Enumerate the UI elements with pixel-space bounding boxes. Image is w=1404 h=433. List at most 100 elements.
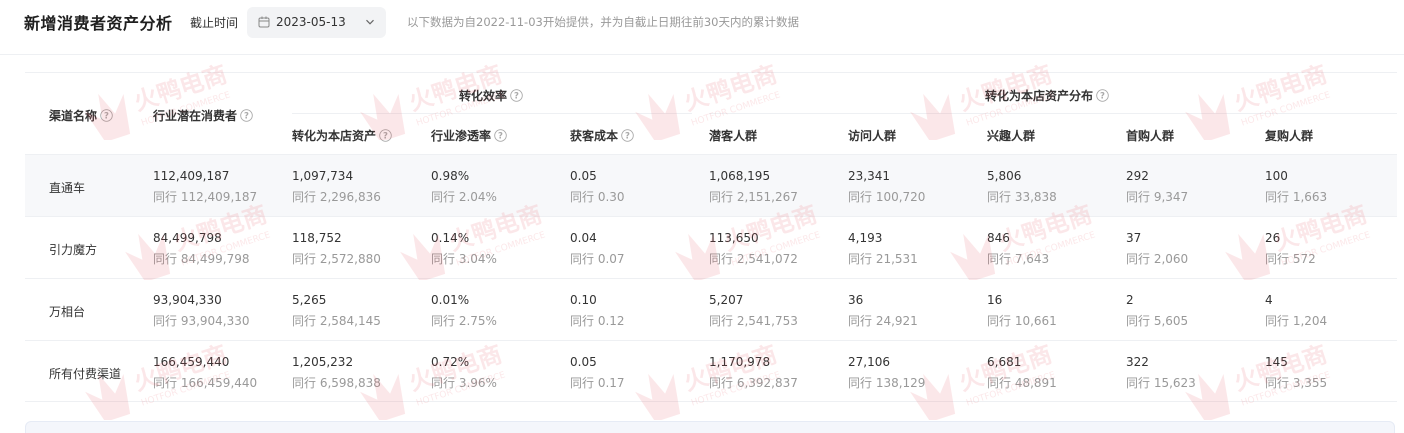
group-efficiency-label: 转化效率 — [459, 89, 508, 103]
svg-text:?: ? — [625, 132, 630, 142]
cell-peer-value: 同行 9,347 — [1126, 190, 1189, 204]
cell-value: 1,068,195 — [709, 169, 771, 183]
col-converted: 转化为本店资产? — [292, 127, 392, 144]
cell-peer-value: 同行 2,151,267 — [709, 190, 798, 204]
cell-value: 0.05 — [570, 355, 597, 369]
cell-peer-value: 同行 2,060 — [1126, 252, 1189, 266]
col-channel-label: 渠道名称 — [49, 109, 98, 123]
help-icon[interactable]: ? — [621, 129, 634, 142]
table-cell: 0.01% 同行 2.75% — [431, 292, 497, 329]
cell-value: 23,341 — [848, 169, 890, 183]
table-cell: 4 同行 1,204 — [1265, 292, 1327, 329]
cell-peer-value: 同行 572 — [1265, 252, 1316, 266]
table-cell: 5,265 同行 2,584,145 — [292, 292, 381, 329]
col-channel: 渠道名称? — [49, 107, 113, 124]
table-cell: 0.05 同行 0.30 — [570, 168, 625, 205]
col-cost-label: 获客成本 — [570, 129, 619, 143]
table-cell: 846 同行 7,643 — [987, 230, 1049, 267]
cell-value: 84,499,798 — [153, 231, 222, 245]
cell-value: 1,170,978 — [709, 355, 771, 369]
cell-value: 36 — [848, 293, 864, 307]
channel-name: 所有付费渠道 — [49, 367, 122, 381]
col-converted-label: 转化为本店资产 — [292, 129, 377, 143]
cell-value: 112,409,187 — [153, 169, 230, 183]
table-cell: 1,205,232 同行 6,598,838 — [292, 354, 381, 391]
help-icon[interactable]: ? — [510, 89, 523, 102]
help-icon[interactable]: ? — [1096, 89, 1109, 102]
cell-value: 27,106 — [848, 355, 890, 369]
table-cell: 27,106 同行 138,129 — [848, 354, 925, 391]
table-row: 所有付费渠道 166,459,440 同行 166,459,440 1,205,232… — [25, 340, 1397, 402]
cell-value: 292 — [1126, 169, 1149, 183]
table-cell: 5,806 同行 33,838 — [987, 168, 1057, 205]
cell-value: 118,752 — [292, 231, 342, 245]
cell-value: 100 — [1265, 169, 1288, 183]
help-icon[interactable]: ? — [379, 129, 392, 142]
cell-peer-value: 同行 166,459,440 — [153, 376, 258, 390]
cell-value: 16 — [987, 293, 1003, 307]
table-cell: 1,170,978 同行 6,392,837 — [709, 354, 798, 391]
table-cell: 322 同行 15,623 — [1126, 354, 1196, 391]
cell-value: 0.98% — [431, 169, 470, 183]
cell-value: 1,097,734 — [292, 169, 354, 183]
table-cell: 0.05 同行 0.17 — [570, 354, 625, 391]
cell-peer-value: 同行 112,409,187 — [153, 190, 258, 204]
help-icon[interactable]: ? — [100, 109, 113, 122]
cell-peer-value: 同行 2.04% — [431, 190, 497, 204]
table-cell: 36 同行 24,921 — [848, 292, 918, 329]
col-penetration-label: 行业渗透率 — [431, 129, 492, 143]
table-row: 万相台 93,904,330 同行 93,904,330 5,265 同行 2,584,… — [25, 278, 1397, 340]
cell-value: 0.72% — [431, 355, 470, 369]
cell-value: 113,650 — [709, 231, 759, 245]
cell-value: 322 — [1126, 355, 1149, 369]
help-icon[interactable]: ? — [240, 109, 253, 122]
channel-name: 万相台 — [49, 305, 86, 319]
cell-peer-value: 同行 3.04% — [431, 252, 497, 266]
col-potential-label: 行业潜在消费者 — [153, 109, 238, 123]
cell-value: 0.10 — [570, 293, 597, 307]
cell-peer-value: 同行 6,598,838 — [292, 376, 381, 390]
table-cell: 112,409,187 同行 112,409,187 — [153, 168, 257, 205]
cell-value: 37 — [1126, 231, 1142, 245]
cell-value: 846 — [987, 231, 1010, 245]
cell-peer-value: 同行 3.96% — [431, 376, 497, 390]
table-cell: 37 同行 2,060 — [1126, 230, 1188, 267]
table-cell: 6,681 同行 48,891 — [987, 354, 1057, 391]
col-repurchase: 复购人群 — [1265, 129, 1314, 143]
table-header: 渠道名称? 行业潜在消费者? 转化效率? 转化为本店资产分布? 转化为本店资产?… — [25, 72, 1397, 154]
cell-peer-value: 同行 2,584,145 — [292, 314, 381, 328]
cell-peer-value: 同行 84,499,798 — [153, 252, 250, 266]
table-row: 引力魔方 84,499,798 同行 84,499,798 118,752 同行 2,5… — [25, 216, 1397, 278]
svg-text:?: ? — [498, 132, 503, 142]
col-visit: 访问人群 — [848, 129, 897, 143]
col-interest: 兴趣人群 — [987, 129, 1036, 143]
cell-peer-value: 同行 5,605 — [1126, 314, 1189, 328]
table-cell: 0.14% 同行 3.04% — [431, 230, 497, 267]
col-cost: 获客成本? — [570, 127, 634, 144]
channel-name: 引力魔方 — [49, 243, 98, 257]
table-row: 直通车 112,409,187 同行 112,409,187 1,097,734 同行 … — [25, 154, 1397, 216]
cell-value: 0.01% — [431, 293, 470, 307]
table-cell: 2 同行 5,605 — [1126, 292, 1188, 329]
svg-text:?: ? — [244, 112, 249, 122]
help-icon[interactable]: ? — [494, 129, 507, 142]
table-cell: 100 同行 1,663 — [1265, 168, 1327, 205]
table-cell: 113,650 同行 2,541,072 — [709, 230, 798, 267]
col-first-buy: 首购人群 — [1126, 129, 1175, 143]
cell-peer-value: 同行 100,720 — [848, 190, 926, 204]
group-efficiency: 转化效率? — [459, 87, 523, 104]
table-cell: 1,097,734 同行 2,296,836 — [292, 168, 381, 205]
calendar-icon — [258, 16, 270, 28]
cell-value: 0.04 — [570, 231, 597, 245]
cell-value: 0.14% — [431, 231, 470, 245]
date-picker[interactable]: 2023-05-13 — [247, 7, 386, 38]
svg-text:?: ? — [514, 92, 519, 102]
cell-peer-value: 同行 0.17 — [570, 376, 625, 390]
svg-text:?: ? — [1100, 92, 1105, 102]
group-divider — [709, 113, 1397, 114]
cell-value: 145 — [1265, 355, 1288, 369]
cell-value: 5,265 — [292, 293, 327, 307]
cell-peer-value: 同行 6,392,837 — [709, 376, 798, 390]
cell-peer-value: 同行 2,296,836 — [292, 190, 381, 204]
cell-peer-value: 同行 0.07 — [570, 252, 625, 266]
